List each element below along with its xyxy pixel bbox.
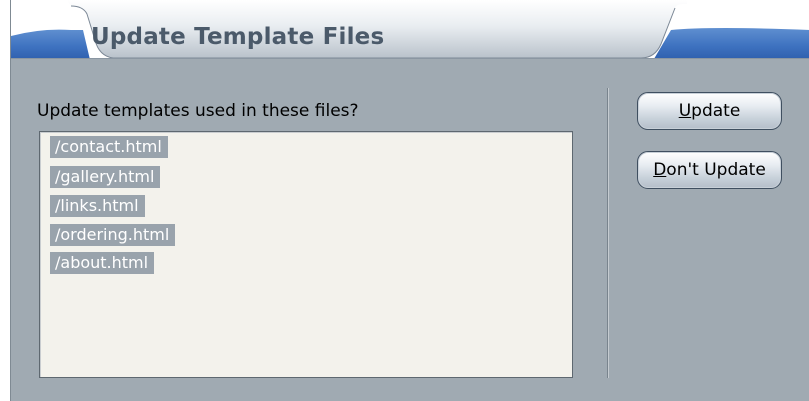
- list-item[interactable]: /ordering.html: [50, 224, 176, 246]
- prompt-label: Update templates used in these files?: [37, 101, 359, 121]
- vertical-divider: [607, 88, 608, 378]
- dialog-title: Update Template Files: [91, 24, 385, 50]
- dont-update-button-mnemonic: D: [653, 160, 667, 180]
- title-bar: Update Template Files: [11, 0, 809, 65]
- dont-update-button[interactable]: Don't Update: [637, 151, 782, 189]
- list-item[interactable]: /contact.html: [50, 136, 168, 158]
- list-item[interactable]: /links.html: [50, 195, 145, 217]
- update-button-mnemonic: U: [678, 101, 692, 121]
- list-item[interactable]: /about.html: [50, 252, 155, 274]
- update-template-files-dialog: Update Template Files Update templates u…: [10, 0, 809, 401]
- dont-update-button-label: on't Update: [666, 160, 766, 180]
- list-item[interactable]: /gallery.html: [50, 166, 161, 188]
- files-listbox[interactable]: /contact.html /gallery.html /links.html …: [39, 131, 573, 378]
- update-button-label: pdate: [691, 101, 741, 121]
- update-button[interactable]: Update: [637, 92, 782, 130]
